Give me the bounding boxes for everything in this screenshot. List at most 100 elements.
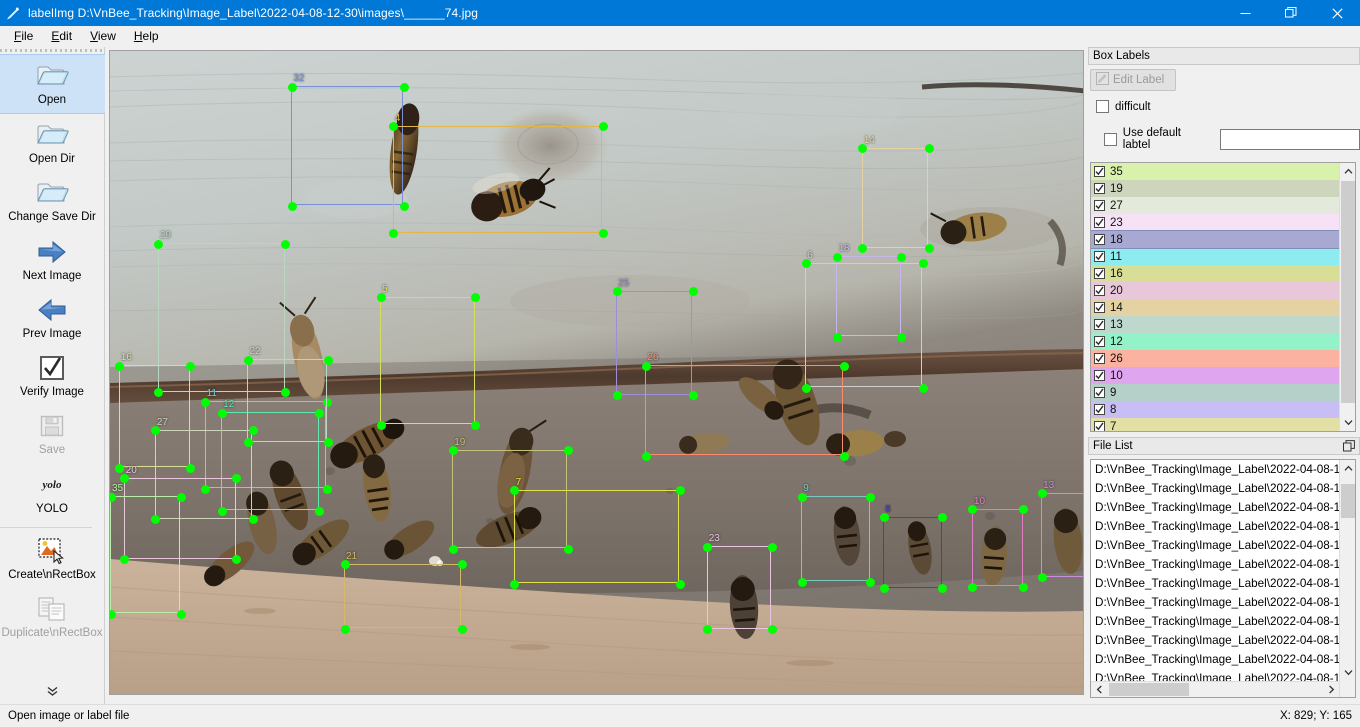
toolbar-button-create-nrectbox[interactable]: Create\nRectBox [0, 530, 105, 588]
bounding-box-vertex[interactable] [389, 122, 399, 132]
bounding-box-vertex[interactable] [448, 544, 458, 554]
bounding-box-vertex[interactable] [612, 391, 622, 401]
file-list-hscroll-thumb[interactable] [1109, 683, 1189, 696]
bounding-box-vertex[interactable] [839, 451, 849, 461]
box-label-checkbox[interactable] [1094, 217, 1105, 228]
box-label-item[interactable]: 12 [1091, 333, 1341, 350]
bounding-box-vertex[interactable] [641, 361, 651, 371]
file-list-scroll-thumb[interactable] [1341, 484, 1355, 518]
bounding-box[interactable]: 26 [641, 353, 849, 461]
box-label-checkbox[interactable] [1094, 370, 1105, 381]
edit-label-button[interactable]: Edit Label [1090, 69, 1176, 91]
file-list-vscrollbar[interactable] [1339, 460, 1355, 697]
bounding-box[interactable]: 18 [832, 244, 907, 342]
bounding-box-vertex[interactable] [287, 82, 297, 92]
bounding-box-vertex[interactable] [151, 426, 161, 436]
bounding-box-vertex[interactable] [924, 144, 934, 154]
undock-icon[interactable] [1342, 440, 1355, 453]
bounding-box-vertex[interactable] [115, 361, 125, 371]
box-label-item[interactable]: 19 [1091, 180, 1341, 197]
bounding-box-vertex[interactable] [176, 609, 186, 619]
menu-edit[interactable]: Edit [42, 27, 81, 45]
bounding-box-vertex[interactable] [376, 420, 386, 430]
chevron-up-icon[interactable] [1340, 163, 1355, 180]
bounding-box-vertex[interactable] [322, 484, 332, 494]
bounding-box-vertex[interactable] [797, 577, 807, 587]
chevron-left-icon[interactable] [1091, 682, 1107, 697]
bounding-box-vertex[interactable] [457, 624, 467, 634]
bounding-box[interactable]: 10 [968, 496, 1029, 592]
bounding-box-vertex[interactable] [703, 542, 713, 552]
bounding-box-vertex[interactable] [767, 625, 777, 635]
toolbar-button-verify-image[interactable]: Verify Image [0, 347, 105, 405]
bounding-box-vertex[interactable] [110, 609, 116, 619]
bounding-box-vertex[interactable] [448, 446, 458, 456]
bounding-box-vertex[interactable] [217, 408, 227, 418]
box-label-checkbox[interactable] [1094, 200, 1105, 211]
bounding-box-vertex[interactable] [510, 486, 520, 496]
bounding-box-vertex[interactable] [866, 577, 876, 587]
bounding-box-vertex[interactable] [918, 383, 928, 393]
box-label-checkbox[interactable] [1094, 234, 1105, 245]
file-list-item[interactable]: D:\VnBee_Tracking\Image_Label\2022-04-08… [1091, 574, 1355, 593]
box-label-item[interactable]: 9 [1091, 384, 1341, 401]
box-label-item[interactable]: 18 [1091, 230, 1342, 249]
bounding-box-vertex[interactable] [1019, 582, 1029, 592]
bounding-box-vertex[interactable] [801, 259, 811, 269]
menu-help[interactable]: Help [125, 27, 168, 45]
toolbar-drag-handle[interactable] [0, 47, 105, 54]
toolbar-button-prev-image[interactable]: Prev Image [0, 289, 105, 347]
bounding-box-vertex[interactable] [457, 560, 467, 570]
toolbar-overflow-button[interactable] [45, 685, 60, 704]
file-list-item[interactable]: D:\VnBee_Tracking\Image_Label\2022-04-08… [1091, 498, 1355, 517]
bounding-box[interactable]: 23 [703, 534, 777, 635]
box-label-checkbox[interactable] [1094, 421, 1105, 431]
box-label-checkbox[interactable] [1094, 183, 1105, 194]
bounding-box-vertex[interactable] [641, 451, 651, 461]
bounding-box-vertex[interactable] [879, 584, 889, 594]
box-label-checkbox[interactable] [1094, 302, 1105, 313]
bounding-box-vertex[interactable] [897, 252, 907, 262]
file-list-item[interactable]: D:\VnBee_Tracking\Image_Label\2022-04-08… [1091, 479, 1355, 498]
bounding-box-vertex[interactable] [399, 82, 409, 92]
bounding-box-vertex[interactable] [968, 505, 978, 515]
maximize-restore-button[interactable] [1268, 0, 1314, 26]
file-list-item[interactable]: D:\VnBee_Tracking\Image_Label\2022-04-08… [1091, 612, 1355, 631]
bounding-box-vertex[interactable] [832, 332, 842, 342]
bounding-box-vertex[interactable] [866, 492, 876, 502]
bounding-box-vertex[interactable] [243, 355, 253, 365]
file-list-item[interactable]: D:\VnBee_Tracking\Image_Label\2022-04-08… [1091, 555, 1355, 574]
file-list[interactable]: D:\VnBee_Tracking\Image_Label\2022-04-08… [1090, 459, 1356, 698]
bounding-box-vertex[interactable] [797, 492, 807, 502]
bounding-box[interactable]: 13 [1037, 480, 1083, 583]
box-label-item[interactable]: 13 [1091, 316, 1341, 333]
bounding-box-vertex[interactable] [918, 259, 928, 269]
bounding-box-vertex[interactable] [767, 542, 777, 552]
chevron-down-icon[interactable] [1340, 414, 1355, 431]
toolbar-button-yolo[interactable]: yolo YOLO [0, 464, 105, 522]
bounding-box-vertex[interactable] [176, 492, 186, 502]
box-label-item[interactable]: 11 [1091, 248, 1341, 265]
toolbar-button-open-dir[interactable]: Open Dir [0, 114, 105, 172]
chevron-right-icon[interactable] [1323, 682, 1339, 697]
difficult-checkbox-box[interactable] [1096, 100, 1109, 113]
bounding-box-vertex[interactable] [340, 560, 350, 570]
box-label-checkbox[interactable] [1094, 268, 1105, 279]
bounding-box[interactable]: 7 [510, 477, 685, 589]
bounding-box-vertex[interactable] [201, 397, 211, 407]
minimize-button[interactable] [1222, 0, 1268, 26]
box-label-item[interactable]: 23 [1091, 214, 1341, 231]
bounding-box[interactable]: 14 [858, 135, 934, 254]
bounding-box-vertex[interactable] [110, 492, 116, 502]
file-list-item[interactable]: D:\VnBee_Tracking\Image_Label\2022-04-08… [1091, 650, 1355, 669]
image-canvas-frame[interactable]: 32 4 29 5 6 25 16 11 26 27 12 19 7 20 35 9 8 14 18 23 10 13 22… [109, 50, 1084, 695]
bounding-box[interactable]: 21 [340, 551, 467, 634]
bounding-box-vertex[interactable] [675, 579, 685, 589]
box-label-item[interactable]: 16 [1091, 265, 1341, 282]
bounding-box-vertex[interactable] [1037, 573, 1047, 583]
file-list-hscrollbar[interactable] [1091, 681, 1339, 697]
box-labels-scroll-thumb[interactable] [1341, 181, 1355, 403]
menu-view[interactable]: View [81, 27, 125, 45]
bounding-box[interactable]: 22 [243, 347, 333, 448]
toolbar-button-next-image[interactable]: Next Image [0, 231, 105, 289]
